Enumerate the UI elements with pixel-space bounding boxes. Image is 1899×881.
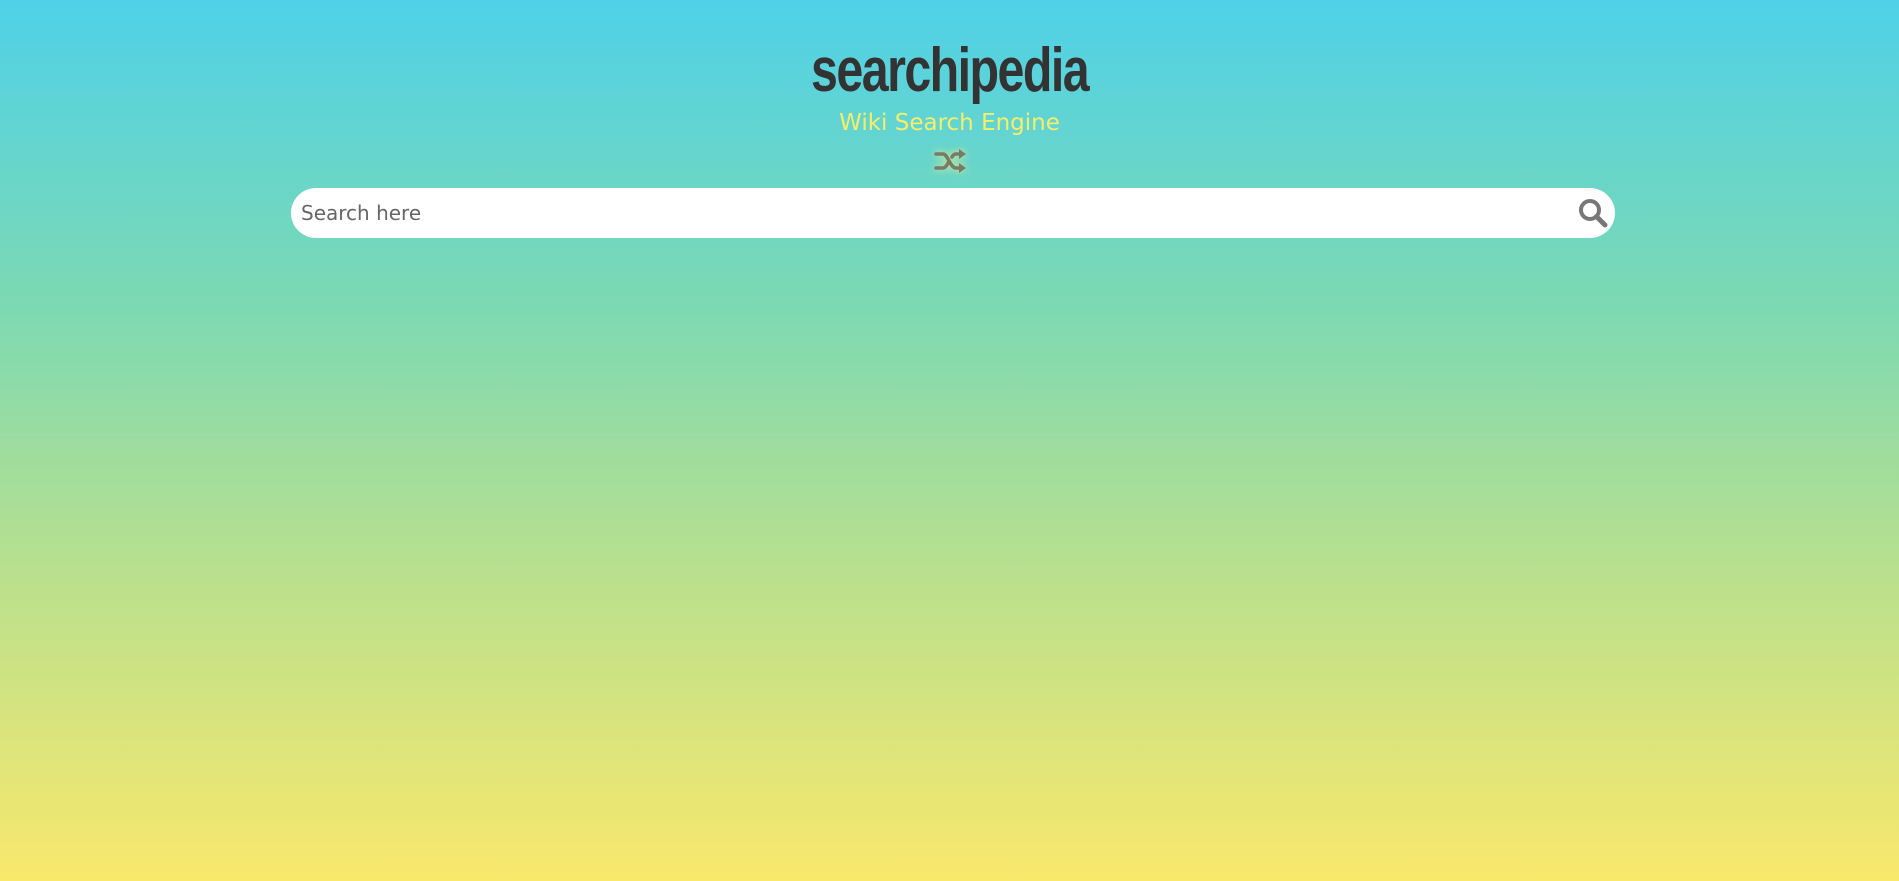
search-submit-button[interactable] [1575,196,1611,230]
shuffle-icon [933,148,966,173]
header: searchipedia Wiki Search Engine [0,30,1899,182]
search-icon [1579,199,1608,228]
random-article-button[interactable] [932,144,968,178]
app-subtitle: Wiki Search Engine [839,110,1060,136]
search-bar [291,188,1615,238]
app-logo: searchipedia [811,36,1090,105]
search-input[interactable] [301,188,1551,238]
